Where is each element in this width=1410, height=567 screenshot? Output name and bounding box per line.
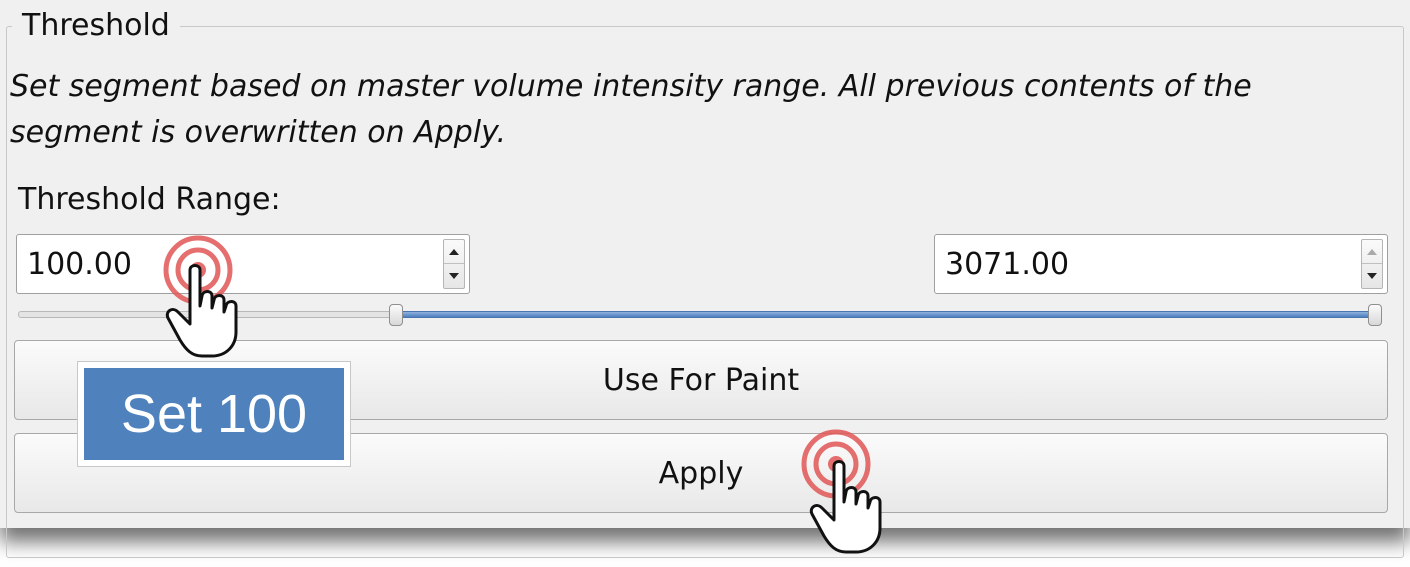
spin-up-icon <box>1367 248 1377 255</box>
set-100-callout: Set 100 <box>78 362 350 466</box>
threshold-min-spin-buttons <box>443 239 465 289</box>
threshold-range-slider-selection <box>395 311 1375 318</box>
threshold-slider-high-handle[interactable] <box>1368 304 1382 326</box>
hand-pointer-icon <box>165 264 238 358</box>
threshold-min-value[interactable]: 100.00 <box>27 245 132 285</box>
hand-pointer-icon <box>809 460 882 554</box>
threshold-min-increment[interactable] <box>444 240 464 264</box>
threshold-max-spin-buttons <box>1361 239 1383 289</box>
spin-down-icon <box>1367 273 1377 279</box>
group-title: Threshold <box>12 6 180 46</box>
threshold-min-decrement[interactable] <box>444 264 464 288</box>
threshold-max-decrement[interactable] <box>1362 264 1382 288</box>
threshold-max-spinbox[interactable]: 3071.00 <box>934 234 1388 294</box>
threshold-description: Set segment based on master volume inten… <box>10 69 1252 150</box>
spin-up-icon <box>449 248 459 255</box>
threshold-max-increment[interactable] <box>1362 240 1382 264</box>
spin-down-icon <box>449 273 459 279</box>
threshold-slider-low-handle[interactable] <box>388 304 403 326</box>
threshold-range-label: Threshold Range: <box>18 182 281 217</box>
threshold-max-value[interactable]: 3071.00 <box>945 245 1069 285</box>
